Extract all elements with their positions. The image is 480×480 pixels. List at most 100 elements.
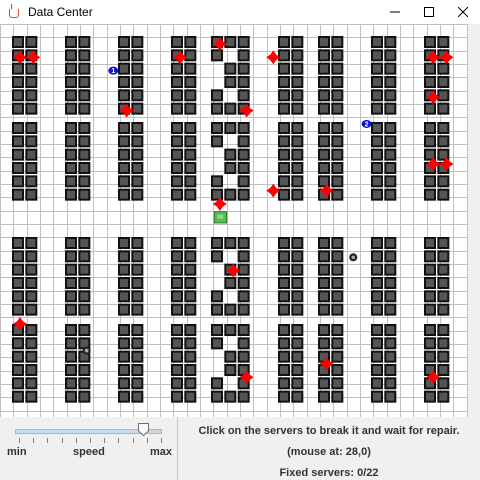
server-face: [239, 339, 248, 348]
server-face: [173, 379, 181, 388]
server-face: [320, 91, 328, 100]
server-face: [280, 38, 288, 46]
server-face: [373, 278, 381, 287]
server-face: [373, 292, 381, 301]
status-panel: Click on the servers to break it and wai…: [178, 417, 480, 480]
server-face: [293, 124, 302, 132]
minimize-button[interactable]: [378, 0, 412, 24]
server-face: [186, 177, 195, 186]
server-face: [439, 64, 448, 73]
server-face: [373, 239, 381, 247]
speed-control: min speed max: [0, 417, 177, 480]
server-face: [186, 137, 195, 146]
maximize-icon: [424, 7, 434, 17]
server-face: [320, 77, 328, 86]
speed-slider-tick: [19, 438, 20, 443]
server-face: [439, 38, 448, 46]
server-face: [320, 339, 328, 348]
server-face: [120, 392, 128, 401]
server-face: [133, 64, 142, 73]
server-face: [439, 339, 448, 348]
server-face: [67, 51, 75, 60]
server-face: [333, 339, 342, 348]
server-face: [280, 365, 288, 374]
server-face: [333, 150, 342, 159]
server-face: [373, 91, 381, 100]
server-face: [386, 124, 395, 132]
server-face: [226, 38, 235, 46]
server-face: [320, 163, 328, 172]
server-face: [386, 64, 395, 73]
server-face: [67, 278, 75, 287]
server-face: [67, 392, 75, 401]
server-face: [386, 77, 395, 86]
speed-slider-ticks: [19, 438, 162, 443]
java-cup-icon: [6, 4, 22, 20]
server-face: [386, 365, 395, 374]
server-face: [373, 124, 381, 132]
server-face: [186, 352, 195, 361]
server-face: [293, 177, 302, 186]
maximize-button[interactable]: [412, 0, 446, 24]
speed-max-label: max: [150, 446, 173, 458]
server-face: [67, 365, 75, 374]
server-face: [280, 326, 288, 334]
server-face: [213, 379, 221, 388]
server-face: [173, 124, 181, 132]
server-face: [280, 163, 288, 172]
close-button[interactable]: [446, 0, 480, 24]
server-face: [27, 104, 36, 113]
data-center-grid[interactable]: 12: [0, 24, 468, 417]
server-face: [320, 38, 328, 46]
server-face: [173, 163, 181, 172]
server-face: [226, 163, 235, 172]
server-face: [14, 104, 22, 113]
server-face: [226, 124, 235, 132]
server-face: [186, 150, 195, 159]
server-face: [67, 124, 75, 132]
server-face: [280, 239, 288, 247]
server-face: [333, 239, 342, 247]
server-face: [80, 252, 89, 261]
server-face: [186, 64, 195, 73]
server-face: [27, 150, 36, 159]
server-face: [133, 163, 142, 172]
server-face: [386, 38, 395, 46]
server-face: [333, 379, 342, 388]
server-face: [133, 137, 142, 146]
server-face: [373, 163, 381, 172]
server-face: [120, 239, 128, 247]
server-face: [333, 104, 342, 113]
server-face: [186, 51, 195, 60]
server-face: [80, 326, 89, 334]
server-face: [373, 326, 381, 334]
server-face: [173, 104, 181, 113]
server-face: [333, 305, 342, 314]
server-face: [120, 77, 128, 86]
server-face: [386, 177, 395, 186]
server-face: [186, 124, 195, 132]
server-face: [173, 239, 181, 247]
server-face: [373, 104, 381, 113]
server-face: [213, 124, 221, 132]
server-face: [386, 252, 395, 261]
server-face: [80, 392, 89, 401]
repair-token-center: [351, 255, 356, 260]
speed-slider-thumb[interactable]: [137, 423, 149, 436]
server-face: [239, 190, 248, 199]
server-face: [67, 379, 75, 388]
server-face: [67, 252, 75, 261]
server-face: [373, 379, 381, 388]
server-face: [27, 392, 36, 401]
server-face: [426, 278, 434, 287]
server-face: [439, 292, 448, 301]
server-face: [320, 64, 328, 73]
server-face: [120, 339, 128, 348]
server-face: [14, 64, 22, 73]
server-face: [426, 326, 434, 334]
server-face: [439, 177, 448, 186]
server-face: [27, 252, 36, 261]
server-face: [186, 104, 195, 113]
server-face: [133, 239, 142, 247]
server-face: [239, 305, 248, 314]
